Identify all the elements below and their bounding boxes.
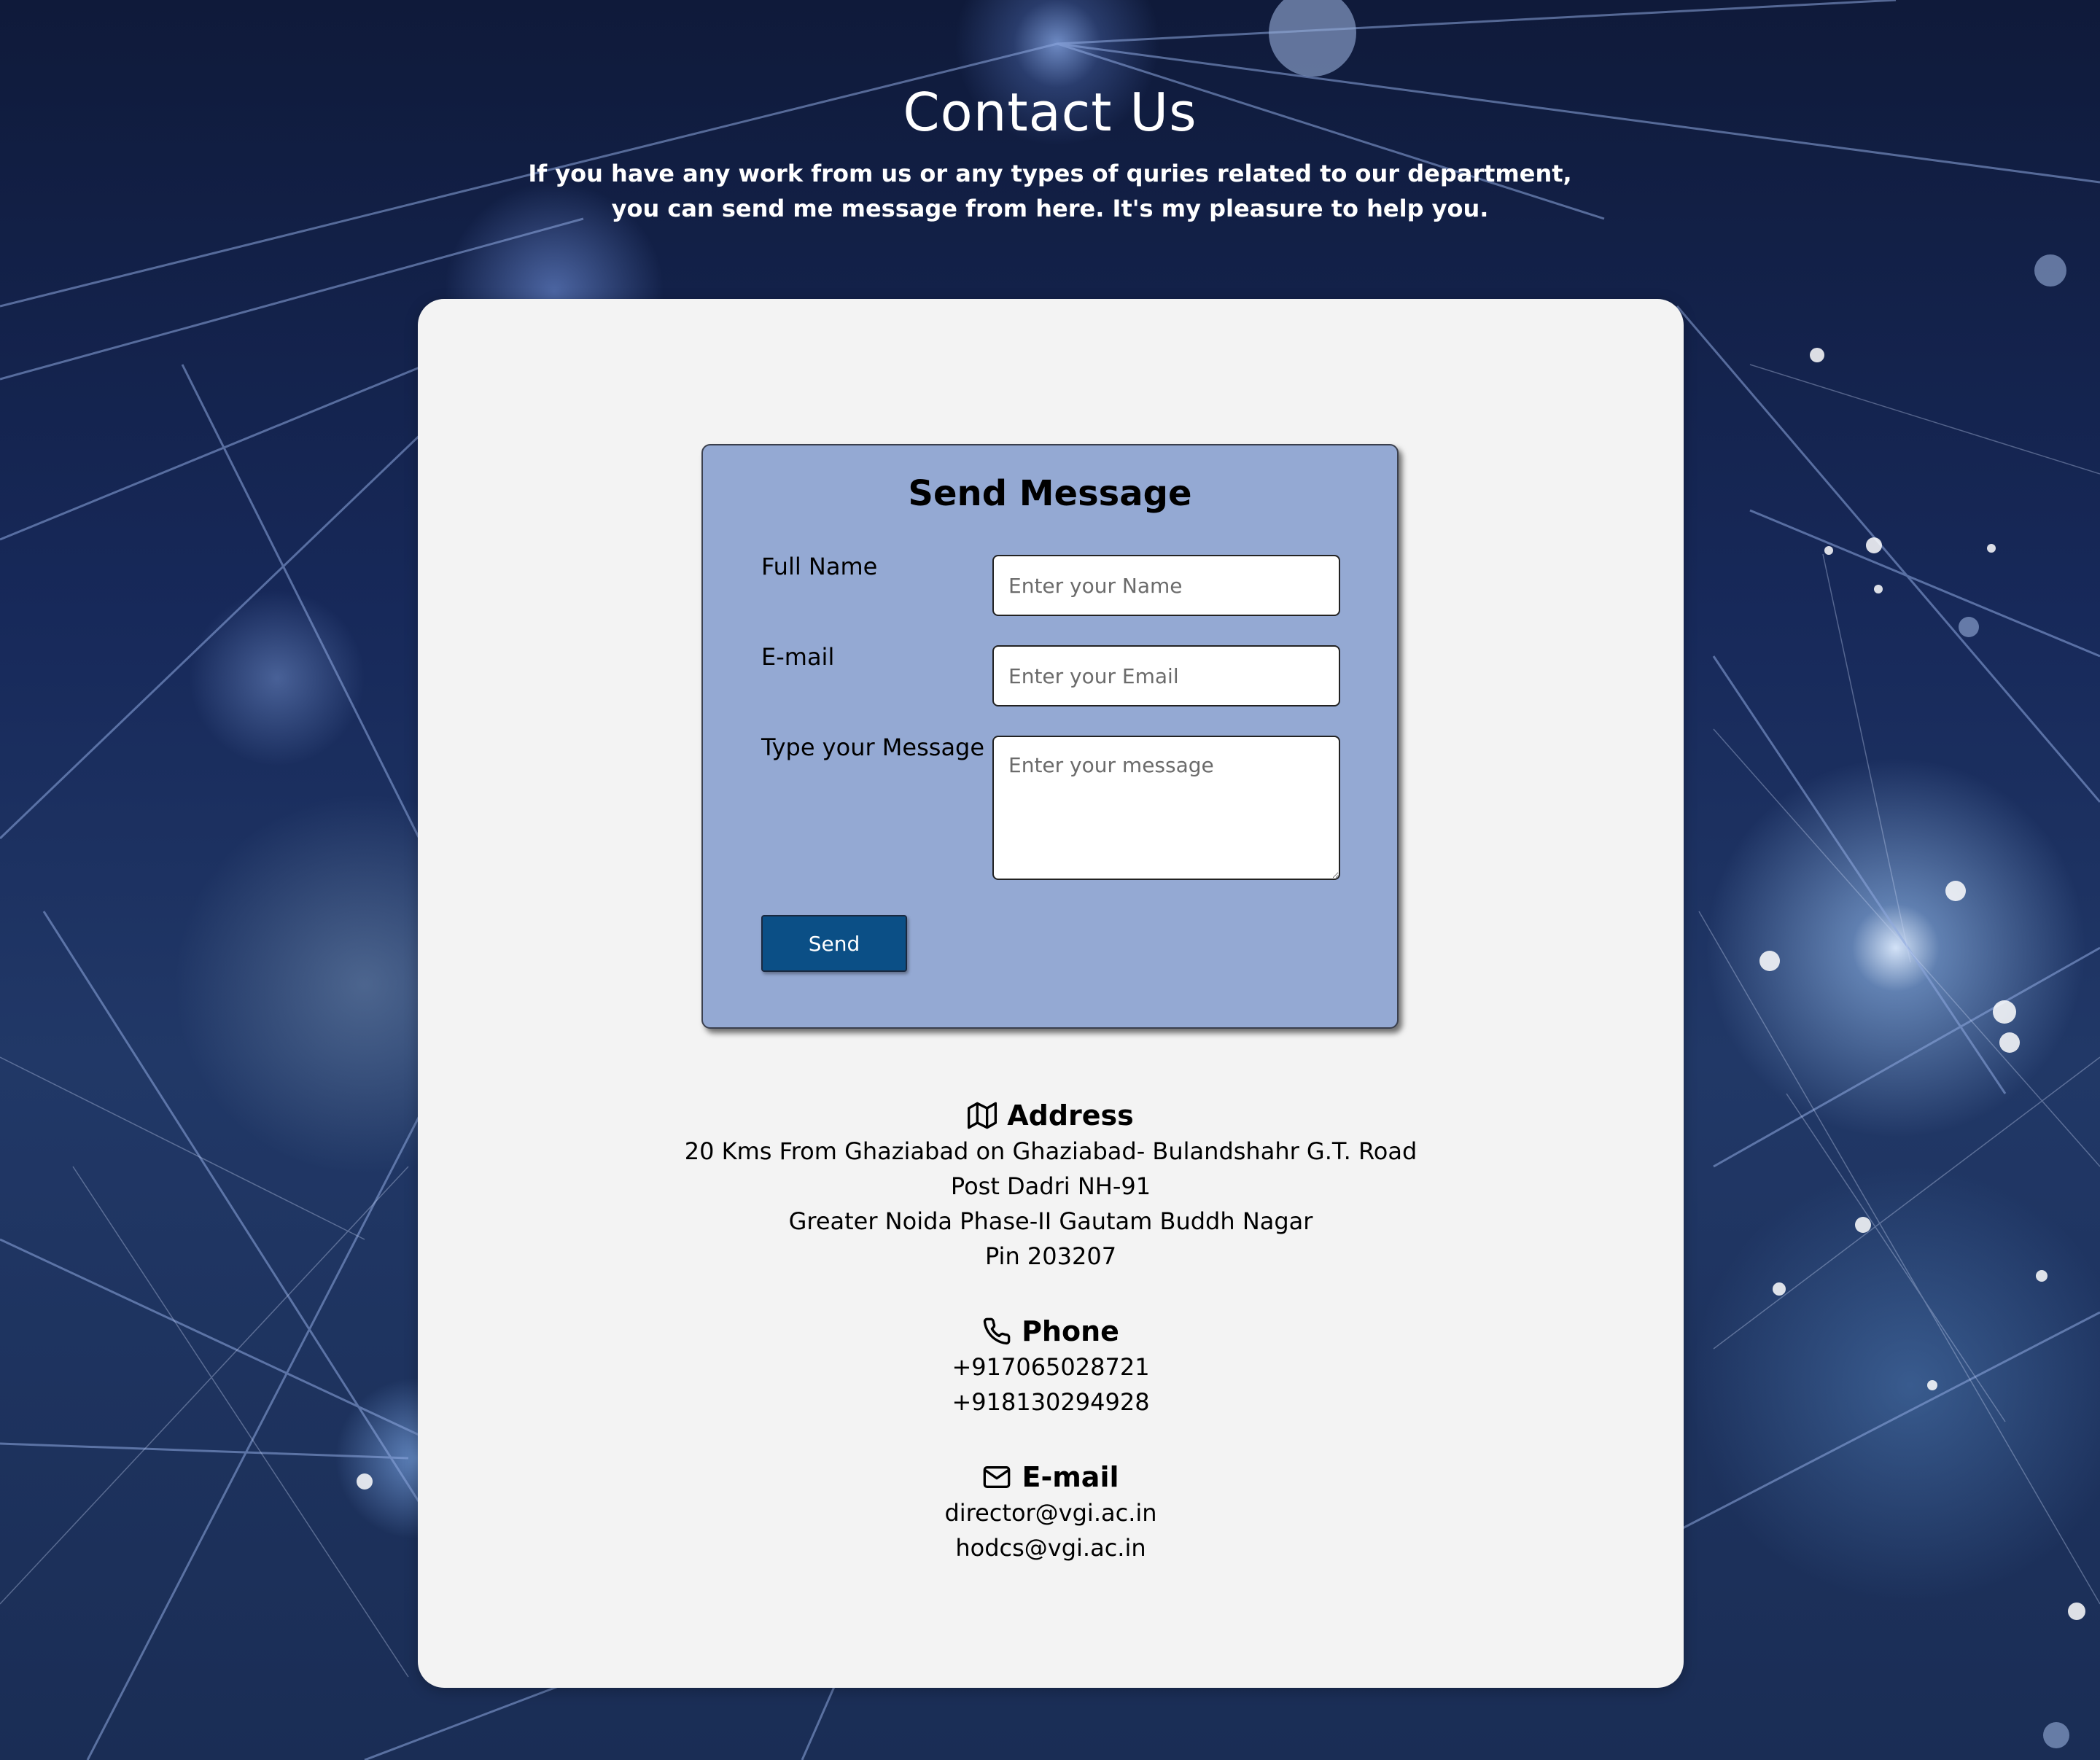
- mail-icon: [984, 1466, 1011, 1488]
- phone-number-1: +917065028721: [952, 1353, 1150, 1381]
- phone-heading: Phone: [418, 1313, 1684, 1350]
- page-title: Contact Us: [903, 82, 1197, 143]
- address-heading-text: Address: [1007, 1099, 1134, 1132]
- page-subtitle: If you have any work from us or any type…: [528, 160, 1572, 222]
- email-heading-text: E-mail: [1022, 1461, 1119, 1493]
- address-section: Address 20 Kms From Ghaziabad on Ghaziab…: [418, 1097, 1684, 1274]
- address-line-3: Greater Noida Phase-II Gautam Buddh Naga…: [788, 1207, 1313, 1235]
- phone-heading-text: Phone: [1022, 1315, 1119, 1347]
- address-heading: Address: [418, 1097, 1684, 1134]
- page-header: Contact Us If you have any work from us …: [0, 73, 2100, 226]
- contact-card: Send Message Full Name E-mail Type your …: [418, 299, 1684, 1688]
- phone-icon: [983, 1317, 1011, 1345]
- send-message-form: Send Message Full Name E-mail Type your …: [701, 444, 1399, 1029]
- email-address-1: director@vgi.ac.in: [944, 1499, 1157, 1527]
- email-heading: E-mail: [418, 1459, 1684, 1495]
- phone-section: Phone +917065028721 +918130294928: [418, 1313, 1684, 1420]
- address-line-4: Pin 203207: [984, 1242, 1117, 1270]
- full-name-input[interactable]: [992, 555, 1340, 616]
- email-section: E-mail director@vgi.ac.in hodcs@vgi.ac.i…: [418, 1459, 1684, 1565]
- message-textarea[interactable]: [992, 736, 1340, 880]
- full-name-label: Full Name: [761, 553, 878, 580]
- email-label: E-mail: [761, 643, 835, 671]
- send-button[interactable]: Send: [761, 915, 907, 972]
- form-title: Send Message: [908, 473, 1192, 514]
- email-address-2: hodcs@vgi.ac.in: [955, 1534, 1146, 1562]
- email-input[interactable]: [992, 645, 1340, 706]
- address-line-2: Post Dadri NH-91: [950, 1172, 1151, 1200]
- message-label: Type your Message: [761, 733, 985, 761]
- map-icon: [968, 1102, 998, 1129]
- phone-number-2: +918130294928: [952, 1388, 1150, 1416]
- address-line-1: 20 Kms From Ghaziabad on Ghaziabad- Bula…: [684, 1137, 1418, 1165]
